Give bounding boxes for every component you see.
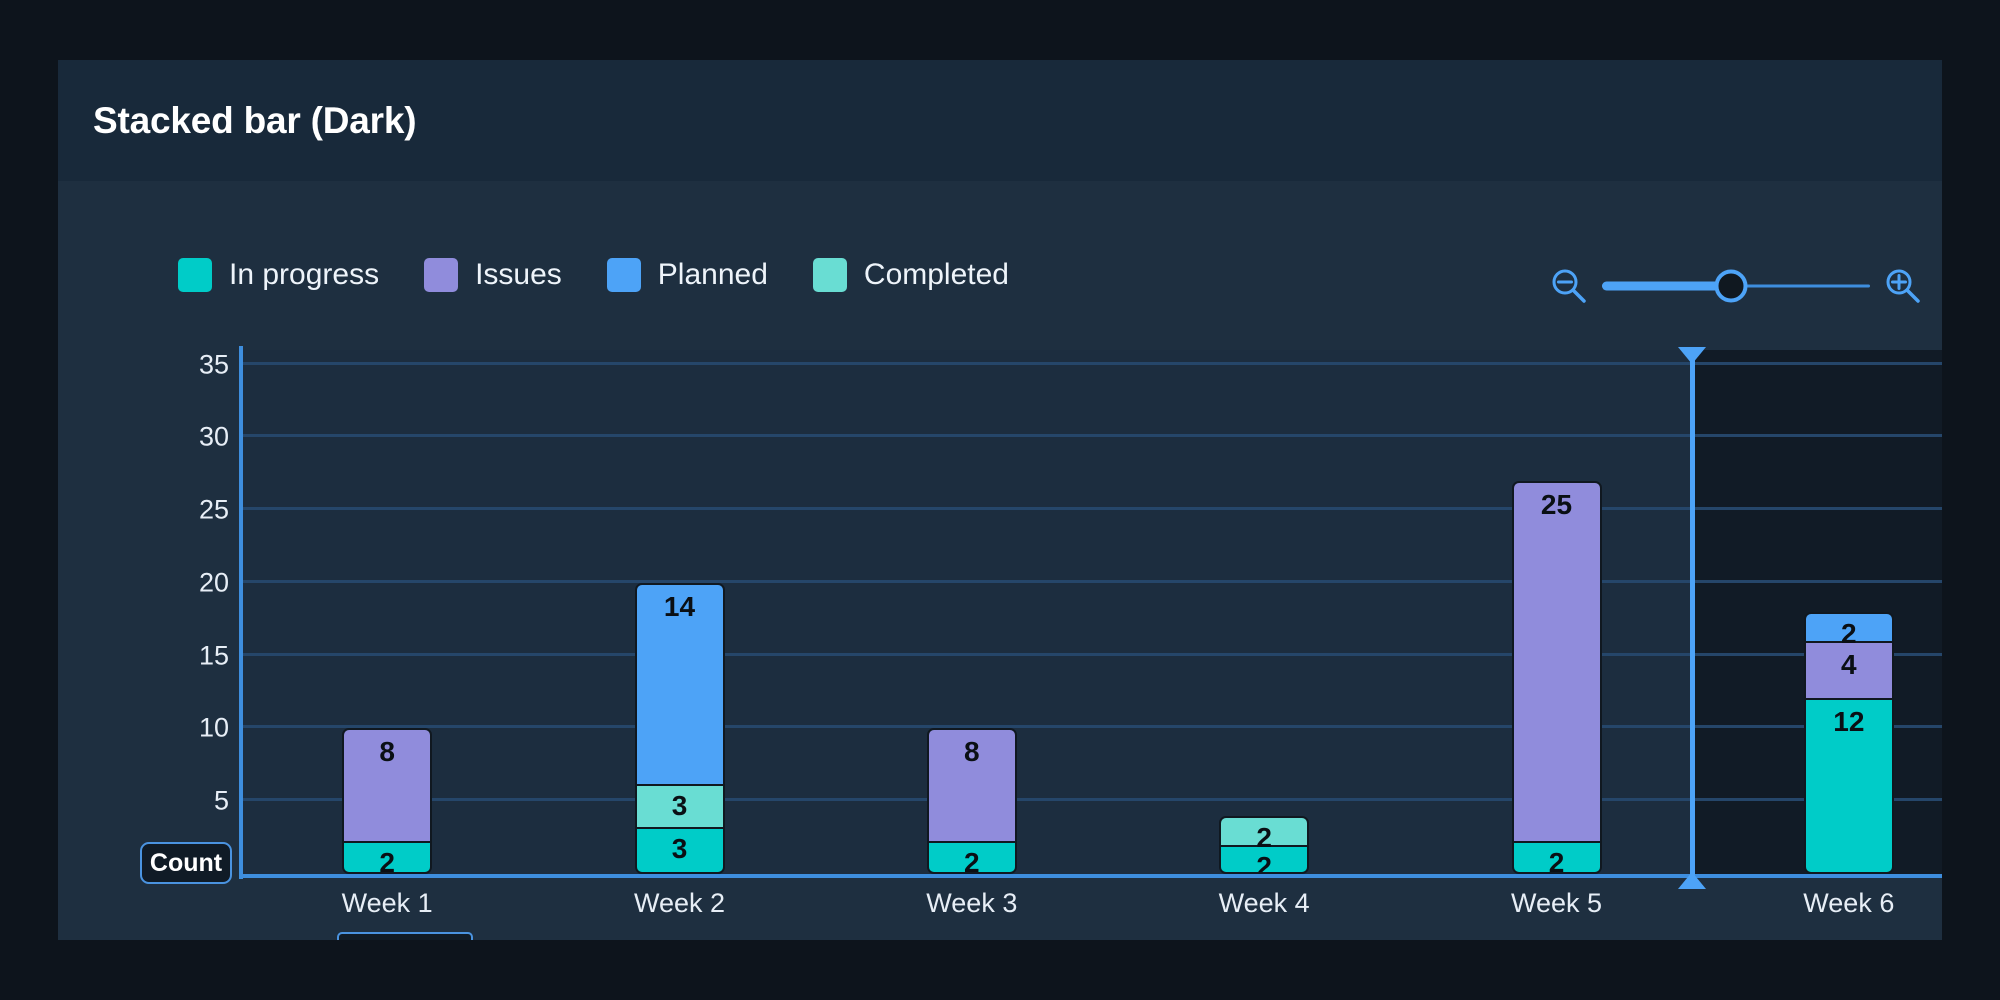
bar-segment[interactable]: 3	[637, 786, 723, 829]
bar-segment-value: 25	[1541, 483, 1572, 519]
zoom-slider-fill	[1602, 282, 1731, 291]
y-axis-title-badge[interactable]: Count	[140, 842, 232, 884]
stacked-bar[interactable]: 22	[1219, 816, 1309, 874]
bar-segment-value: 8	[379, 730, 395, 766]
bar-segment-value: 2	[1256, 847, 1272, 874]
x-axis-title-badge[interactable]: Increment	[337, 932, 473, 940]
bar-segment-value: 3	[672, 786, 688, 820]
bar-segment[interactable]: 2	[1514, 843, 1600, 872]
bar-segment-value: 14	[664, 585, 695, 621]
bar-group[interactable]: 82	[342, 728, 432, 874]
legend-item-label: Planned	[658, 258, 768, 292]
bar-segment[interactable]: 12	[1806, 700, 1892, 872]
legend-item[interactable]: Planned	[607, 258, 768, 292]
y-axis-tick-label: 35	[169, 349, 229, 380]
playhead-top-triangle-icon	[1678, 347, 1706, 364]
stacked-bar[interactable]: 82	[342, 728, 432, 874]
chart-legend: In progress Issues Planned Completed	[178, 258, 1054, 292]
gridline	[241, 725, 1942, 728]
stacked-bar[interactable]: 24 12	[1804, 612, 1894, 874]
bar-segment[interactable]: 14	[637, 585, 723, 786]
playhead-bottom-triangle-icon	[1678, 872, 1706, 889]
x-axis-tick-label: Week 4	[1164, 888, 1364, 919]
panel-header: Stacked bar (Dark)	[58, 60, 1942, 181]
stacked-bar[interactable]: 14 3 3	[635, 583, 725, 874]
legend-item-label: In progress	[229, 258, 379, 292]
x-axis-tick-label: Week 6	[1749, 888, 1942, 919]
x-axis-tick-label: Week 1	[287, 888, 487, 919]
bar-segment-value: 3	[672, 829, 688, 863]
y-axis-tick-labels: 35 30 25 20 15 10 5	[163, 350, 229, 874]
zoom-slider[interactable]	[1602, 266, 1870, 306]
legend-item[interactable]: In progress	[178, 258, 379, 292]
bar-segment[interactable]: 2	[344, 843, 430, 872]
playhead-marker[interactable]	[1690, 348, 1695, 888]
x-axis-tick-label: Week 5	[1457, 888, 1657, 919]
bar-group[interactable]: 22	[1219, 816, 1309, 874]
bar-segment-value: 2	[964, 843, 980, 874]
bar-group[interactable]: 82	[927, 728, 1017, 874]
stacked-bar[interactable]: 25 2	[1512, 481, 1602, 874]
y-axis-tick-label: 10	[169, 713, 229, 744]
bar-group[interactable]: 14 3 3	[635, 583, 725, 874]
legend-swatch-icon	[178, 258, 212, 292]
legend-item[interactable]: Issues	[424, 258, 562, 292]
page-title: Stacked bar (Dark)	[93, 100, 416, 142]
y-axis-tick-label: 30	[169, 422, 229, 453]
legend-swatch-icon	[813, 258, 847, 292]
gridline	[241, 653, 1942, 656]
x-axis-tick-label: Week 3	[872, 888, 1072, 919]
bar-segment[interactable]: 2	[929, 843, 1015, 872]
zoom-control[interactable]	[1548, 262, 1942, 310]
y-axis-line	[239, 346, 243, 879]
bar-segment[interactable]: 2	[1221, 818, 1307, 847]
gridline	[241, 434, 1942, 437]
bar-segment[interactable]: 8	[929, 730, 1015, 842]
plot-background	[241, 350, 1942, 874]
bar-segment[interactable]: 25	[1514, 483, 1600, 843]
magnifier-plus-icon[interactable]	[1882, 265, 1924, 307]
bar-segment-value: 4	[1841, 643, 1857, 679]
legend-item-label: Issues	[475, 258, 562, 292]
bar-segment[interactable]: 4	[1806, 643, 1892, 700]
legend-item[interactable]: Completed	[813, 258, 1009, 292]
x-axis-tick-label: Week 2	[580, 888, 780, 919]
bar-segment-value: 8	[964, 730, 980, 766]
bar-segment[interactable]: 3	[637, 829, 723, 872]
bar-segment-value: 2	[1549, 843, 1565, 874]
bar-segment[interactable]: 8	[344, 730, 430, 842]
y-axis-tick-label: 5	[169, 786, 229, 817]
plot-area: 82143382222522412	[241, 350, 1942, 874]
legend-item-label: Completed	[864, 258, 1009, 292]
bar-segment[interactable]: 2	[1806, 614, 1892, 643]
bar-group[interactable]: 24 12	[1804, 612, 1894, 874]
gridline	[241, 580, 1942, 583]
magnifier-minus-icon[interactable]	[1548, 265, 1590, 307]
bar-segment[interactable]: 2	[1221, 847, 1307, 874]
legend-swatch-icon	[607, 258, 641, 292]
bar-group[interactable]: 25 2	[1512, 481, 1602, 874]
legend-swatch-icon	[424, 258, 458, 292]
zoom-slider-handle[interactable]	[1714, 270, 1747, 303]
bar-segment-value: 2	[379, 843, 395, 874]
stacked-bar[interactable]: 82	[927, 728, 1017, 874]
y-axis-tick-label: 20	[169, 567, 229, 598]
gridline	[241, 507, 1942, 510]
y-axis-tick-label: 25	[169, 495, 229, 526]
y-axis-tick-label: 15	[169, 640, 229, 671]
chart-panel: Stacked bar (Dark) In progress Issues Plan…	[58, 60, 1942, 940]
gridline	[241, 798, 1942, 801]
bar-segment-value: 12	[1833, 700, 1864, 736]
